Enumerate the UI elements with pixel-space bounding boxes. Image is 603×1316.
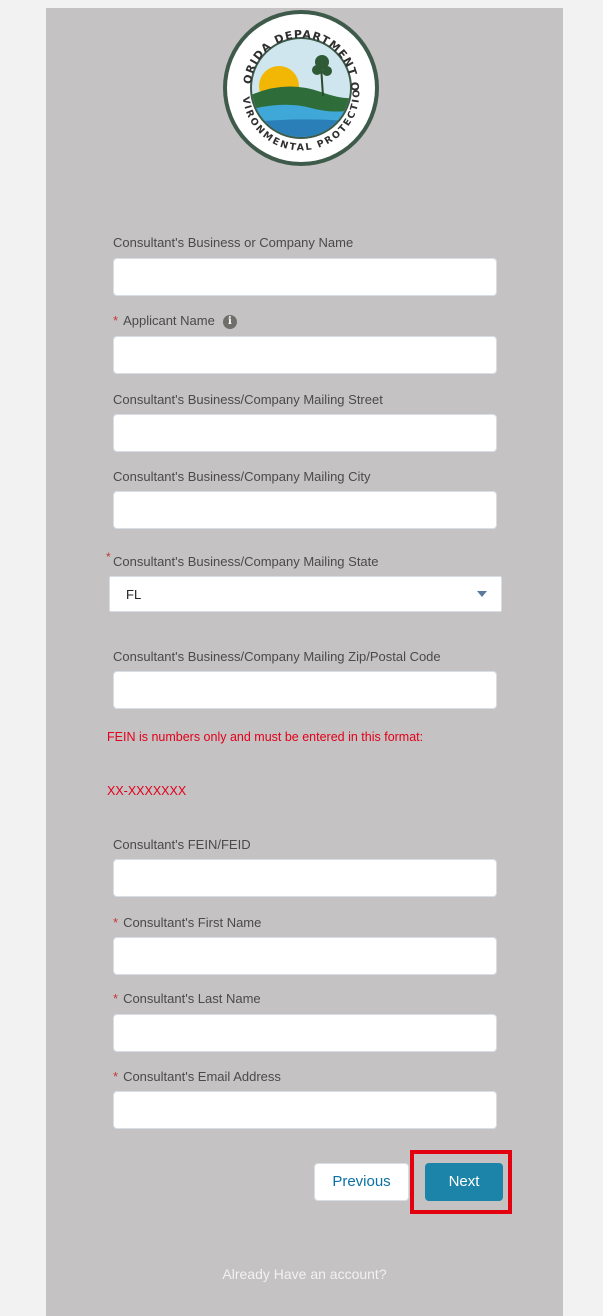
applicant-name-label-text: Applicant Name <box>123 313 215 328</box>
mailing-state-value: FL <box>126 587 142 602</box>
registration-panel: FLORIDA DEPARTMENT OF ENVIRONMENTAL PROT… <box>46 8 563 1316</box>
company-name-input[interactable] <box>113 258 497 296</box>
last-name-input[interactable] <box>113 1014 497 1052</box>
first-name-label: * Consultant's First Name <box>113 915 261 930</box>
fein-format-example: XX-XXXXXXX <box>107 784 187 798</box>
email-label-text: Consultant's Email Address <box>123 1069 281 1084</box>
mailing-state-select[interactable]: FL <box>109 576 502 612</box>
required-marker: * <box>113 915 119 930</box>
email-input[interactable] <box>113 1091 497 1129</box>
applicant-name-label: * Applicant Name i <box>113 313 237 329</box>
mailing-city-label: Consultant's Business/Company Mailing Ci… <box>113 469 371 484</box>
mailing-zip-label: Consultant's Business/Company Mailing Zi… <box>113 649 441 664</box>
chevron-down-icon <box>477 591 487 597</box>
required-marker: * <box>106 550 111 564</box>
last-name-label: * Consultant's Last Name <box>113 991 261 1006</box>
fein-format-note: FEIN is numbers only and must be entered… <box>107 730 424 744</box>
mailing-state-label: * Consultant's Business/Company Mailing S… <box>106 550 379 569</box>
company-name-label: Consultant's Business or Company Name <box>113 235 354 250</box>
applicant-name-input[interactable] <box>113 336 497 374</box>
fdep-logo: FLORIDA DEPARTMENT OF ENVIRONMENTAL PROT… <box>221 8 379 166</box>
mailing-street-label: Consultant's Business/Company Mailing St… <box>113 392 383 407</box>
mailing-state-label-text: Consultant's Business/Company Mailing St… <box>113 554 379 569</box>
fein-label: Consultant's FEIN/FEID <box>113 837 251 852</box>
required-marker: * <box>113 313 119 328</box>
mailing-street-input[interactable] <box>113 414 497 452</box>
first-name-input[interactable] <box>113 937 497 975</box>
already-have-account-link[interactable]: Already Have an account? <box>46 1266 563 1282</box>
info-icon[interactable]: i <box>222 314 237 329</box>
email-label: * Consultant's Email Address <box>113 1069 281 1084</box>
first-name-label-text: Consultant's First Name <box>123 915 262 930</box>
required-marker: * <box>113 1069 119 1084</box>
required-marker: * <box>113 991 119 1006</box>
fein-input[interactable] <box>113 859 497 897</box>
mailing-city-input[interactable] <box>113 491 497 529</box>
previous-button[interactable]: Previous <box>314 1163 409 1201</box>
last-name-label-text: Consultant's Last Name <box>123 991 261 1006</box>
next-button[interactable]: Next <box>425 1163 503 1201</box>
mailing-zip-input[interactable] <box>113 671 497 709</box>
